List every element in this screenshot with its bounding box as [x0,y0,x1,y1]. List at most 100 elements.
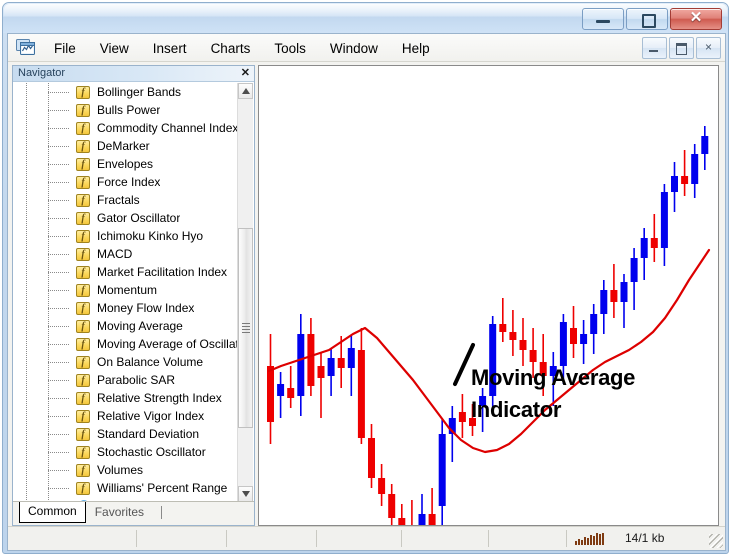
tree-guide [14,461,76,479]
navigator-item-label: Relative Strength Index [97,391,222,405]
scrollbar-thumb[interactable] [238,228,253,428]
scroll-up-button[interactable] [238,83,253,99]
chart-window[interactable]: Moving Average Indicator [258,65,719,526]
candle-body [509,332,517,340]
navigator-item[interactable]: f Williams' Percent Range [14,479,238,497]
navigator-item[interactable]: f Bulls Power [14,101,238,119]
navigator-item[interactable]: f Stochastic Oscillator [14,443,238,461]
navigator-item[interactable]: f DeMarker [14,137,238,155]
navigator-item[interactable]: f Momentum [14,281,238,299]
chart-app-icon [16,38,36,57]
navigator-item[interactable]: f Moving Average of Oscillator [14,335,238,353]
fx-icon: f [76,319,90,333]
menu-item-help[interactable]: Help [390,38,442,59]
tab-common[interactable]: Common [19,502,86,523]
tree-guide [14,389,76,407]
candle-body [418,514,426,525]
navigator-close-icon[interactable]: ✕ [241,66,250,81]
fx-icon: f [76,373,90,387]
candle-body [347,348,355,368]
signal-bar [587,538,589,545]
navigator-item[interactable]: f Force Index [14,173,238,191]
navigator-item-label: Market Facilitation Index [97,265,228,279]
navigator-item[interactable]: f Standard Deviation [14,425,238,443]
tree-guide [14,425,76,443]
candle-body [620,282,628,302]
navigator-tree[interactable]: f Bollinger Bands f Bulls Power f Commodity C… [14,83,238,502]
navigator-item[interactable]: f Moving Average [14,317,238,335]
tree-elbow [48,92,70,93]
annotation-line-1: Moving Average [471,365,636,390]
fx-icon: f [76,265,90,279]
navigator-item-label: Moving Average of Oscillator [97,337,238,351]
navigator-item[interactable]: f Ichimoku Kinko Hyo [14,227,238,245]
scroll-down-button[interactable] [238,486,253,502]
signal-bar [593,536,595,545]
menu-item-file[interactable]: File [42,38,88,59]
chevron-up-icon [242,88,250,94]
tree-guide [14,245,76,263]
window-caption-buttons: ✕ [582,8,722,30]
navigator-scrollbar[interactable] [237,83,253,502]
menu-item-insert[interactable]: Insert [141,38,199,59]
tree-elbow [48,290,70,291]
price-chart [259,66,718,525]
mdi-minimize-button[interactable] [642,37,667,59]
navigator-item[interactable]: f Commodity Channel Index [14,119,238,137]
navigator-item-label: Relative Vigor Index [97,409,205,423]
minimize-button[interactable] [582,8,624,30]
candle-body [307,334,315,386]
navigator-item[interactable]: f Relative Vigor Index [14,407,238,425]
tree-guide [14,479,76,497]
tree-guide [14,407,76,425]
navigator-item[interactable]: f Parabolic SAR [14,371,238,389]
tree-elbow [48,200,70,201]
mdi-restore-icon [676,43,687,55]
candle-body [398,518,406,525]
navigator-item[interactable]: f Bollinger Bands [14,83,238,101]
window-titlebar: ✕ [3,3,728,33]
candle-body [428,514,436,525]
menu-item-charts[interactable]: Charts [199,38,263,59]
candle-body [681,176,689,184]
candle-body [458,412,466,422]
signal-bar [575,541,577,545]
fx-icon: f [76,481,90,495]
close-button[interactable]: ✕ [670,8,722,30]
candle-body [357,350,365,438]
mdi-restore-button[interactable] [669,37,694,59]
candle-body [701,136,709,154]
candle-body [610,290,618,302]
navigator-item-label: Momentum [97,283,158,297]
tree-elbow [48,380,70,381]
fx-icon: f [76,391,90,405]
navigator-item-label: MACD [97,247,133,261]
mdi-caption-buttons: × [642,37,721,59]
navigator-item[interactable]: f Market Facilitation Index [14,263,238,281]
navigator-item[interactable]: f Fractals [14,191,238,209]
maximize-button[interactable] [626,8,668,30]
scrollbar-grip-icon [242,323,250,333]
navigator-item-label: On Balance Volume [97,355,204,369]
chart-background [259,66,718,525]
status-divider [401,530,402,547]
navigator-item[interactable]: f Envelopes [14,155,238,173]
candle-body [660,192,668,248]
tree-elbow [48,146,70,147]
menu-item-tools[interactable]: Tools [262,38,318,59]
candle-body [287,388,295,398]
tab-favorites[interactable]: Favorites [86,502,153,523]
navigator-item[interactable]: f Money Flow Index [14,299,238,317]
candle-body [600,290,608,314]
navigator-item[interactable]: f Gator Oscillator [14,209,238,227]
navigator-item[interactable]: f Volumes [14,461,238,479]
chevron-down-icon [242,491,250,497]
navigator-item[interactable]: f On Balance Volume [14,353,238,371]
signal-strength-icon [575,533,604,545]
menu-item-window[interactable]: Window [318,38,390,59]
navigator-item[interactable]: f MACD [14,245,238,263]
mdi-close-button[interactable]: × [696,37,721,59]
menu-item-view[interactable]: View [88,38,141,59]
navigator-item[interactable]: f Relative Strength Index [14,389,238,407]
resize-grip-icon[interactable] [709,534,723,548]
